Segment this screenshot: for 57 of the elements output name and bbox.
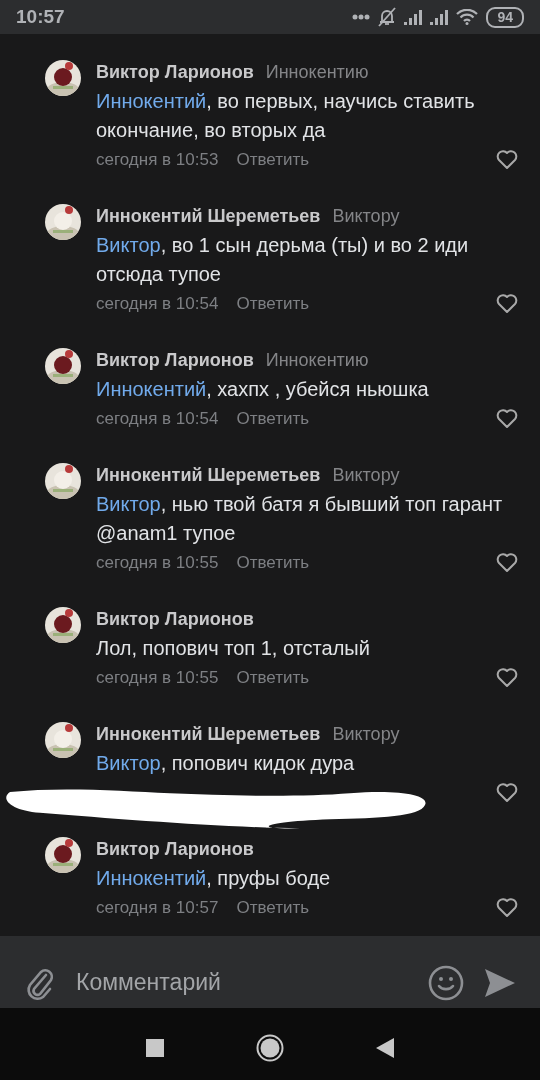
comment-text: Лол, попович топ 1, отсталый	[96, 636, 371, 662]
more-dots-icon	[352, 14, 371, 21]
signal-icon	[404, 9, 423, 26]
comment-text: Виктор, во 1 сын дерьма (ты) и во 2 иди отсюда тупое	[96, 233, 470, 288]
recents-icon[interactable]	[146, 1038, 164, 1057]
reply-link[interactable]: Ответить	[236, 552, 310, 573]
comment-text: Виктор, попович кидок дура	[96, 751, 356, 777]
heart-icon[interactable]	[496, 408, 518, 429]
signal-icon	[430, 9, 449, 26]
mention-link[interactable]: Иннокентий	[96, 867, 207, 890]
mention-link[interactable]: Иннокентий	[96, 378, 207, 401]
battery-indicator: 94	[486, 6, 524, 28]
smiley-icon[interactable]	[428, 964, 464, 1001]
author-name[interactable]: Иннокентий Шереметьев	[96, 202, 321, 232]
author-name[interactable]: Виктор Ларионов	[96, 835, 254, 865]
send-icon[interactable]	[484, 966, 516, 999]
reply-link[interactable]: Ответить	[236, 408, 310, 429]
reply-to-name: Виктору	[332, 205, 400, 229]
reply-link[interactable]: Ответить	[236, 293, 310, 314]
author-name[interactable]: Виктор Ларионов	[96, 346, 254, 376]
heart-icon[interactable]	[496, 552, 518, 573]
comment-text: Иннокентий, пруфы боде	[96, 866, 332, 892]
comment-date: сегодня в 10:54	[96, 293, 219, 314]
comment-text: Иннокентий, во первых, научись ставить окончание, во вторых да	[96, 89, 476, 144]
author-name[interactable]: Иннокентий Шереметьев	[96, 461, 321, 491]
author-name[interactable]: Иннокентий Шереметьев	[96, 720, 321, 750]
heart-icon[interactable]	[496, 782, 518, 803]
mention-link[interactable]: Виктор	[96, 752, 161, 775]
reply-to-name: Иннокентию	[265, 61, 369, 85]
comment-text: Виктор, нью твой батя я бывший топ гарант @anam1 тупое	[96, 492, 504, 547]
heart-icon[interactable]	[496, 293, 518, 314]
comment-date: сегодня в 10:54	[96, 408, 219, 429]
comment-date: сегодня в 10:57	[96, 897, 219, 918]
wifi-icon	[456, 9, 479, 26]
heart-icon[interactable]	[496, 667, 518, 688]
mention-link[interactable]: Виктор	[96, 493, 161, 516]
reply-to-name: Виктору	[332, 464, 400, 488]
comment-date: сегодня в 10:55	[96, 552, 219, 573]
reply-to-name: Виктору	[332, 723, 400, 747]
comment-date: сегодня в 10:55	[96, 667, 219, 688]
home-icon[interactable]	[256, 1033, 284, 1062]
heart-icon[interactable]	[496, 149, 518, 170]
bell-off-icon	[378, 7, 397, 28]
comment-date: сегодня в 10:53	[96, 149, 219, 170]
heart-icon[interactable]	[496, 897, 518, 918]
back-icon[interactable]	[376, 1037, 394, 1058]
author-name[interactable]: Виктор Ларионов	[96, 58, 254, 88]
comment-input-field[interactable]: Комментарий	[76, 963, 408, 1003]
clock-time: 10:57	[16, 6, 65, 29]
reply-link[interactable]: Ответить	[236, 897, 310, 918]
reply-to-name: Иннокентию	[265, 349, 369, 373]
mention-link[interactable]: Виктор	[96, 234, 161, 257]
reply-link[interactable]: Ответить	[236, 149, 310, 170]
comment-text: Иннокентий, хахпх , убейся ньюшка	[96, 377, 430, 403]
reply-link[interactable]: Ответить	[236, 667, 310, 688]
author-name[interactable]: Виктор Ларионов	[96, 605, 254, 635]
mention-link[interactable]: Иннокентий	[96, 90, 207, 113]
